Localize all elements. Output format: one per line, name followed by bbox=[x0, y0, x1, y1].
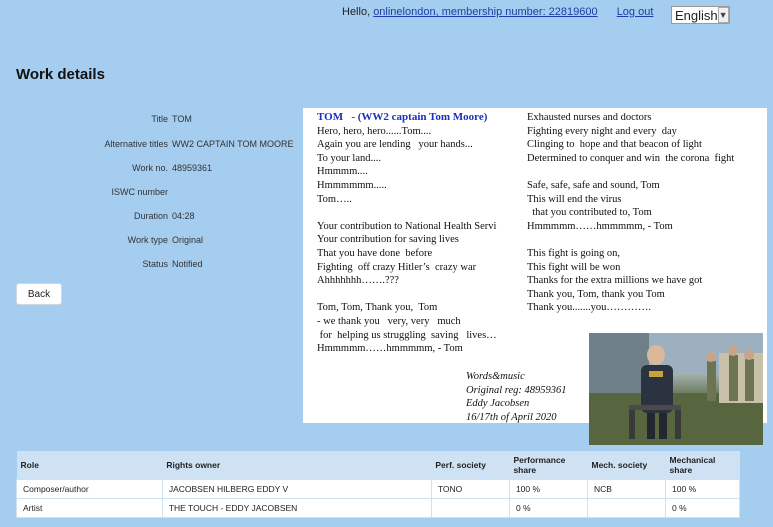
lyrics-line: that you contributed to, Tom bbox=[527, 207, 652, 219]
lyrics-line: To your land.... bbox=[317, 152, 382, 164]
lyrics-line: Again you are lending your hands... bbox=[317, 139, 473, 151]
col-header-perf-share: Performance share bbox=[509, 451, 588, 479]
cell-rights-owner: JACOBSEN HILBERG EDDY V bbox=[161, 478, 432, 499]
page-title: Work details bbox=[16, 66, 105, 83]
lyrics-line bbox=[527, 165, 767, 179]
lyrics-column-right: Exhausted nurses and doctors Fighting ev… bbox=[527, 111, 767, 315]
col-header-perf-society: Perf. society bbox=[431, 451, 510, 479]
lyrics-line: This fight will be won bbox=[527, 261, 621, 273]
detail-alt-titles: Alternative titles WW2 CAPTAIN TOM MOORE bbox=[16, 139, 316, 153]
lyrics-line: Hmmmm.... bbox=[317, 166, 368, 178]
lyrics-title: TOM - (WW2 captain Tom Moore) bbox=[317, 111, 488, 123]
lyrics-line: Exhausted nurses and doctors bbox=[527, 112, 652, 123]
col-header-rights-owner: Rights owner bbox=[162, 451, 432, 479]
detail-label: Title bbox=[151, 114, 168, 124]
table-row: Composer/author JACOBSEN HILBERG EDDY V … bbox=[16, 478, 740, 499]
detail-label: Work no. bbox=[132, 163, 168, 173]
rights-table: Role Rights owner Perf. society Performa… bbox=[16, 451, 740, 518]
cell-mech-society bbox=[586, 497, 667, 518]
user-bar: Hello, onlinelondon, membership number: … bbox=[342, 6, 653, 18]
cell-mech-society: NCB bbox=[586, 478, 667, 499]
lyrics-line: Tom….. bbox=[317, 193, 352, 205]
signature-line: Eddy Jacobsen bbox=[466, 398, 530, 410]
cell-role: Composer/author bbox=[16, 478, 163, 499]
logout-link[interactable]: Log out bbox=[617, 6, 654, 18]
detail-value: Notified bbox=[172, 259, 203, 269]
detail-title: Title TOM bbox=[16, 114, 316, 128]
col-header-mech-society: Mech. society bbox=[587, 451, 666, 479]
veteran-photo bbox=[589, 333, 763, 445]
cell-perf-society: TONO bbox=[430, 478, 510, 499]
lyrics-signature: Words&music Original reg: 48959361 Eddy … bbox=[466, 370, 567, 423]
lyrics-line bbox=[527, 233, 767, 247]
detail-value: TOM bbox=[172, 114, 192, 124]
cell-rights-owner: THE TOUCH - EDDY JACOBSEN bbox=[161, 497, 432, 518]
lyrics-line: Hero, hero, hero......Tom.... bbox=[317, 125, 432, 137]
lyrics-line: Fighting every night and every day bbox=[527, 125, 677, 137]
lyrics-line: for helping us struggling saving lives… bbox=[317, 329, 497, 341]
membership-link[interactable]: onlinelondon, membership number: 2281960… bbox=[373, 6, 597, 18]
lyrics-line: Thanks for the extra millions we have go… bbox=[527, 275, 703, 287]
lyrics-line: Your contribution to National Health Ser… bbox=[317, 220, 497, 232]
cell-mech-share: 0 % bbox=[665, 497, 740, 518]
col-header-role: Role bbox=[16, 451, 163, 479]
detail-value: WW2 CAPTAIN TOM MOORE bbox=[172, 139, 294, 149]
cell-mech-share: 100 % bbox=[665, 478, 740, 499]
signature-line: Original reg: 48959361 bbox=[466, 384, 567, 396]
cell-perf-society bbox=[430, 497, 510, 518]
lyrics-line: Safe, safe, safe and sound, Tom bbox=[527, 179, 660, 191]
detail-label: ISWC number bbox=[111, 187, 168, 197]
detail-label: Work type bbox=[127, 235, 168, 245]
lyrics-line: Tom, Tom, Thank you, Tom bbox=[317, 302, 438, 314]
lyrics-line bbox=[317, 206, 527, 220]
detail-label: Status bbox=[142, 259, 168, 269]
lyrics-line: Your contribution for saving lives bbox=[317, 234, 459, 246]
col-header-mech-share: Mechanical share bbox=[665, 451, 740, 479]
detail-value: 04:28 bbox=[172, 211, 195, 221]
detail-iswc: ISWC number bbox=[16, 187, 316, 201]
lyrics-line: - we thank you very, very much bbox=[317, 315, 461, 327]
chevron-down-icon: ▼ bbox=[717, 7, 729, 23]
photo-illustration bbox=[589, 333, 763, 445]
detail-status: Status Notified bbox=[16, 259, 316, 273]
lyrics-line: This will end the virus bbox=[527, 193, 622, 205]
detail-label: Duration bbox=[133, 211, 168, 221]
lyrics-line: That you have done before bbox=[317, 247, 433, 259]
detail-duration: Duration 04:28 bbox=[16, 211, 316, 225]
lyrics-line: Determined to conquer and win the corona… bbox=[527, 152, 735, 164]
lyrics-line: Hmmmmm……hmmmmm, - Tom bbox=[527, 220, 673, 232]
detail-label: Alternative titles bbox=[104, 139, 168, 149]
table-row: Artist THE TOUCH - EDDY JACOBSEN 0 % 0 % bbox=[16, 497, 740, 518]
rights-table-header: Role Rights owner Perf. society Performa… bbox=[16, 451, 740, 479]
lyrics-line: Hmmmmmm..... bbox=[317, 179, 387, 191]
back-button[interactable]: Back bbox=[16, 283, 62, 305]
detail-value: 48959361 bbox=[172, 163, 213, 173]
greeting-text: Hello, bbox=[342, 6, 371, 18]
cell-perf-share: 0 % bbox=[508, 497, 588, 518]
lyrics-line: Hmmmmm……hmmmmm, - Tom bbox=[317, 343, 463, 355]
detail-value: Original bbox=[172, 235, 204, 245]
lyrics-column-left: TOM - (WW2 captain Tom Moore) Hero, hero… bbox=[317, 111, 527, 356]
detail-work-no: Work no. 48959361 bbox=[16, 163, 316, 177]
lyrics-line: Thank you, Tom, thank you Tom bbox=[527, 288, 665, 300]
lyrics-line: Thank you.......you…………. bbox=[527, 302, 651, 314]
lyrics-line: Ahhhhhhh…….??? bbox=[317, 275, 399, 287]
lyrics-line: Fighting off crazy Hitler’s crazy war bbox=[317, 261, 477, 273]
signature-line: 16/17th of April 2020 bbox=[466, 411, 557, 423]
cell-perf-share: 100 % bbox=[508, 478, 588, 499]
lyrics-line bbox=[317, 288, 527, 302]
detail-work-type: Work type Original bbox=[16, 235, 316, 249]
cell-role: Artist bbox=[16, 497, 163, 518]
lyrics-line: This fight is going on, bbox=[527, 247, 621, 259]
lyrics-line: Clinging to hope and that beacon of ligh… bbox=[527, 139, 702, 151]
signature-line: Words&music bbox=[466, 371, 525, 382]
language-select[interactable]: English ▼ bbox=[671, 6, 730, 24]
language-selected: English bbox=[675, 7, 718, 23]
